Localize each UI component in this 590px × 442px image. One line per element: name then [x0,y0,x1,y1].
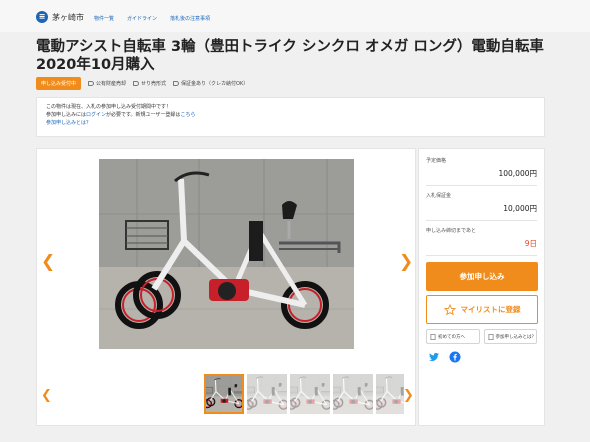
facebook-icon[interactable] [449,351,461,363]
mylist-label: マイリストに登録 [460,305,521,314]
main-product-photo [99,159,354,349]
thumbnail[interactable] [333,374,373,414]
what-is-participation-link[interactable]: 参加申し込みとは？ [46,119,535,127]
document-icon [430,333,436,340]
thumb-next-icon[interactable]: ❯ [403,389,414,402]
join-button[interactable]: 参加申し込み [426,262,538,291]
top-header: ≡ 茅ヶ崎市 物件一覧 ガイドライン 落札後の注意事項 [0,0,590,32]
price-label: 予定価格 [426,158,447,164]
how-to-join-label: 参加申し込みとは？ [495,334,537,340]
thumbnail-strip [204,374,404,414]
deadline-row: 申し込み締切まであと 9日 [426,227,537,256]
city-logo-icon: ≡ [36,11,48,23]
thumbnail[interactable] [376,374,404,414]
nav-item-guidelines[interactable]: ガイドライン [127,15,157,22]
notice-line-1: この物件は現在、入札の参加申し込み受付期間中です！ [46,104,172,110]
price-row: 予定価格 100,000円 [426,157,537,186]
thumbnail[interactable] [290,374,330,414]
photo-gallery: ❮ ❯ ❮ ❯ [36,148,416,426]
bid-sidebar: 予定価格 100,000円 入札保証金 10,000円 申し込み締切まであと 9… [418,148,545,426]
deadline-label: 申し込み締切まであと [426,228,476,234]
notice-text: が必要です。新規ユーザー登録は [106,112,181,118]
how-to-join-button[interactable]: 参加申し込みとは？ [483,329,537,344]
deposit-label: 入札保証金 [426,193,452,199]
help-buttons: 初めての方へ 参加申し込みとは？ [426,329,537,344]
logo-text: 茅ヶ崎市 [52,12,84,22]
chevron-left-icon[interactable]: ❮ [41,254,55,271]
tag-label: 保証金あり（クレカ納付OK） [181,81,249,87]
nav-item-after-winning[interactable]: 落札後の注意事項 [170,15,210,22]
tag-sale-type: 公有財産売却 [88,80,126,87]
nav-item-listings[interactable]: 物件一覧 [94,15,114,22]
twitter-icon[interactable] [428,351,440,363]
notice-text: 参加申し込みには [46,112,87,118]
deposit-row: 入札保証金 10,000円 [426,192,537,221]
tag-auction-format: せり売形式 [133,80,166,87]
tag-label: せり売形式 [141,81,167,87]
tag-icon [88,81,95,86]
document-icon [488,333,493,340]
participation-notice: この物件は現在、入札の参加申し込み受付期間中です！ 参加申し込みにはログインが必… [36,97,545,137]
register-link[interactable]: こちら [180,112,195,118]
chevron-right-icon[interactable]: ❯ [399,254,413,271]
site-logo[interactable]: ≡ 茅ヶ崎市 [36,11,84,23]
item-title: 電動アシスト自転車 3輪（豊田トライク シンクロ オメガ ロング）電動自転車 2… [36,39,544,73]
tag-deposit: 保証金あり（クレカ納付OK） [173,80,248,87]
item-tags: 申し込み受付中 公有財産売却 せり売形式 保証金あり（クレカ納付OK） [36,77,248,90]
star-outline-icon [443,303,456,315]
add-to-mylist-button[interactable]: マイリストに登録 [426,295,538,324]
deadline-value: 9日 [524,239,537,248]
tag-label: 公有財産売却 [96,81,127,87]
notice-line-2: 参加申し込みにはログインが必要です。新規ユーザー登録はこちら [46,111,535,119]
first-time-label: 初めての方へ [438,334,465,340]
price-value: 100,000円 [498,169,537,178]
tag-icon [173,81,180,86]
status-badge: 申し込み受付中 [36,77,82,90]
login-link[interactable]: ログイン [86,112,106,118]
tag-icon [133,81,140,86]
share-buttons [426,351,537,363]
thumb-prev-icon[interactable]: ❮ [41,389,52,402]
thumbnail[interactable] [204,374,244,414]
deposit-value: 10,000円 [503,204,537,213]
first-time-button[interactable]: 初めての方へ [426,329,480,344]
thumbnail[interactable] [247,374,287,414]
